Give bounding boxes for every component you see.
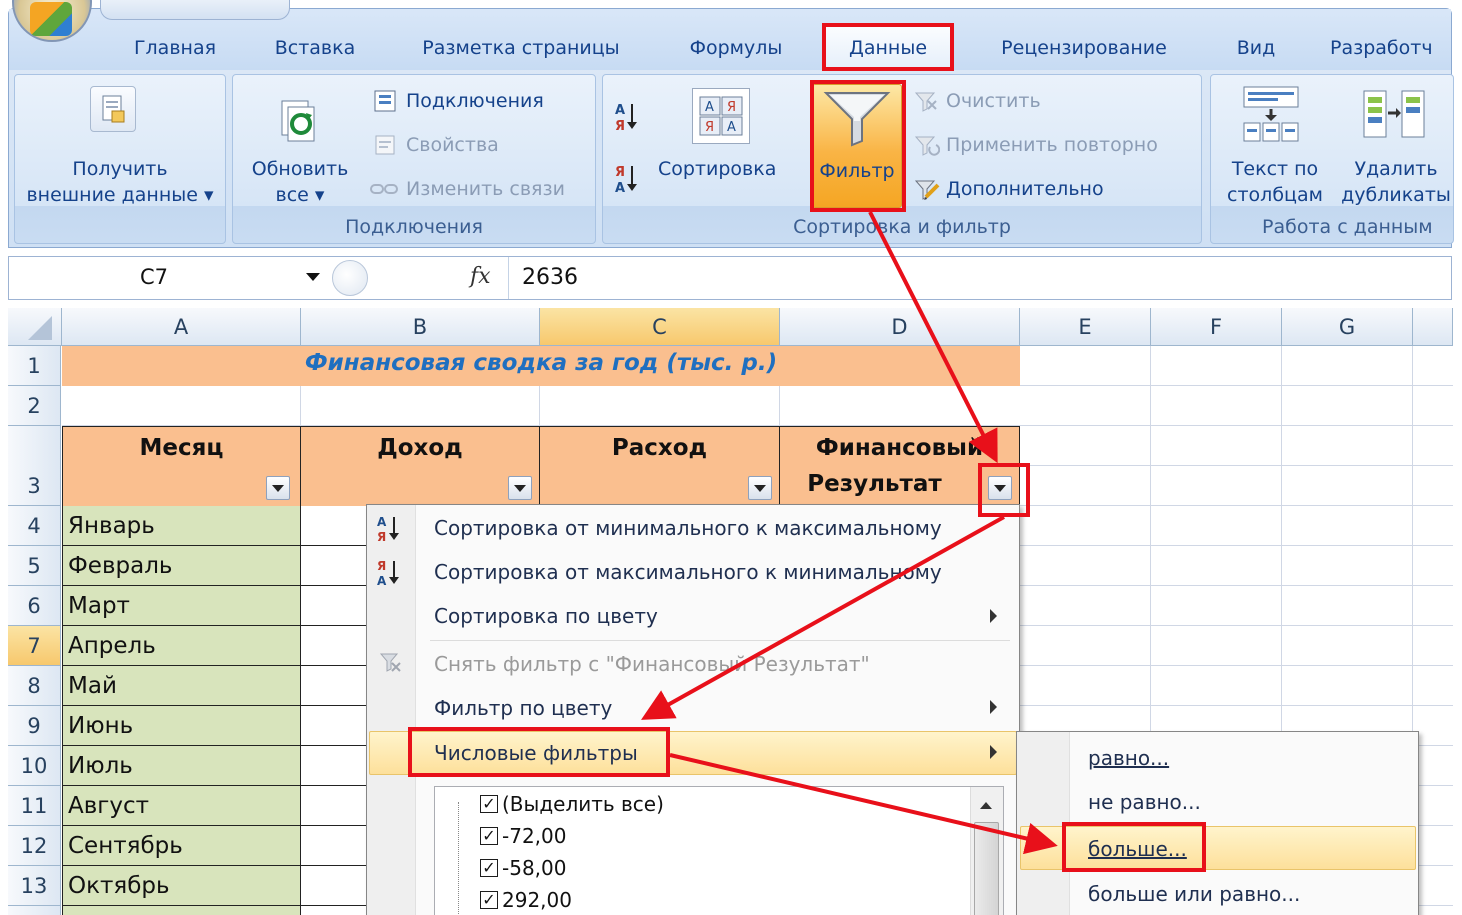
arrow-filter-to-dropdown [868, 211, 998, 464]
excel-window: { "ribbon": { "tabs": ["Главная","Вставк… [0, 0, 1462, 915]
arrow-dropdown-to-numeric [641, 515, 1005, 720]
annotation-arrows [641, 211, 1058, 855]
arrow-numeric-to-greater [669, 753, 1058, 855]
